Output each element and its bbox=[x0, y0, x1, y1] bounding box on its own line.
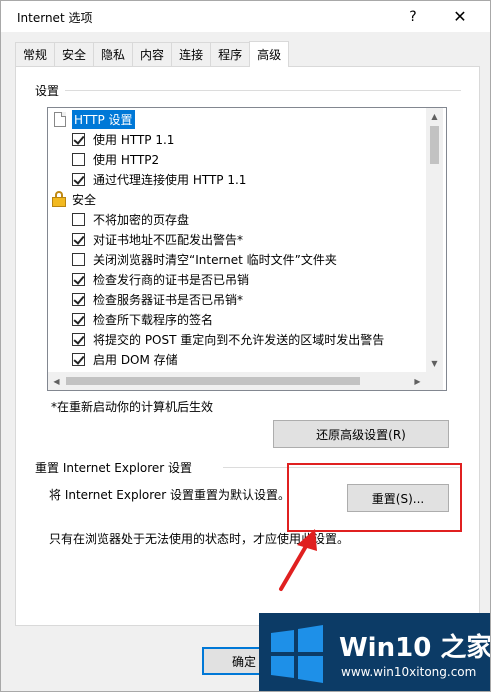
horizontal-scroll-thumb[interactable] bbox=[66, 377, 360, 385]
checkbox-proxy-http11[interactable] bbox=[72, 172, 85, 186]
tree-category-security[interactable]: 安全 bbox=[52, 189, 96, 209]
scrollbar-corner bbox=[426, 372, 443, 390]
scroll-down-icon[interactable]: ▼ bbox=[426, 355, 443, 372]
tab-strip: 常规 安全 隐私 内容 连接 程序 高级 bbox=[15, 41, 290, 67]
reset-group-divider bbox=[223, 467, 461, 468]
setting-label: 将提交的 POST 重定向到不允许发送的区域时发出警告 bbox=[93, 332, 385, 347]
checkbox-post-redirect-warn[interactable] bbox=[72, 332, 85, 346]
tree-category-http[interactable]: HTTP 设置 bbox=[54, 109, 135, 129]
checkbox-no-save-encrypted[interactable] bbox=[72, 212, 85, 226]
settings-group-label: 设置 bbox=[35, 84, 60, 98]
settings-tree-list[interactable]: HTTP 设置 使用 HTTP 1.1 使用 HTTP2 通过代理连接使用 HT… bbox=[47, 107, 447, 391]
close-button[interactable]: ✕ bbox=[437, 1, 483, 32]
title-bar: Internet 选项 ? ✕ bbox=[1, 1, 490, 32]
reset-button[interactable]: 重置(S)... bbox=[347, 484, 449, 512]
setting-use-http11[interactable]: 使用 HTTP 1.1 bbox=[72, 129, 174, 149]
setting-proxy-http11[interactable]: 通过代理连接使用 HTTP 1.1 bbox=[72, 169, 246, 189]
setting-label: 检查所下载程序的签名 bbox=[93, 312, 214, 327]
setting-use-http2[interactable]: 使用 HTTP2 bbox=[72, 149, 159, 169]
help-icon: ? bbox=[409, 8, 417, 25]
tab-general[interactable]: 常规 bbox=[15, 42, 56, 66]
lock-icon bbox=[52, 191, 66, 207]
setting-post-redirect-warn[interactable]: 将提交的 POST 重定向到不允许发送的区域时发出警告 bbox=[72, 329, 384, 349]
setting-label: 不将加密的页存盘 bbox=[93, 212, 190, 227]
checkbox-enable-dom-storage[interactable] bbox=[72, 352, 85, 366]
setting-no-save-encrypted[interactable]: 不将加密的页存盘 bbox=[72, 209, 189, 229]
close-icon: ✕ bbox=[453, 7, 467, 26]
setting-enable-dom-storage[interactable]: 启用 DOM 存储 bbox=[72, 349, 178, 369]
scroll-up-icon[interactable]: ▲ bbox=[426, 108, 443, 125]
tab-connections[interactable]: 连接 bbox=[171, 42, 212, 66]
checkbox-use-http11[interactable] bbox=[72, 132, 85, 146]
tab-advanced[interactable]: 高级 bbox=[249, 41, 290, 67]
internet-options-dialog: Internet 选项 ? ✕ 常规 安全 隐私 内容 连接 程序 高级 设置 … bbox=[0, 0, 491, 692]
setting-label: 使用 HTTP2 bbox=[93, 152, 160, 167]
setting-label: 检查服务器证书是否已吊销* bbox=[93, 292, 244, 307]
checkbox-use-http2[interactable] bbox=[72, 152, 85, 166]
setting-label: 关闭浏览器时清空“Internet 临时文件”文件夹 bbox=[93, 252, 337, 267]
restart-note: *在重新启动你的计算机后生效 bbox=[51, 400, 214, 414]
watermark-url: www.win10xitong.com bbox=[341, 665, 477, 679]
document-icon bbox=[54, 111, 66, 127]
horizontal-scrollbar[interactable]: ◀ ▶ bbox=[48, 372, 426, 390]
setting-check-server-revocation[interactable]: 检查服务器证书是否已吊销* bbox=[72, 289, 243, 309]
checkbox-check-server-revocation[interactable] bbox=[72, 292, 85, 306]
checkbox-cert-mismatch-warn[interactable] bbox=[72, 232, 85, 246]
setting-label: 检查发行商的证书是否已吊销 bbox=[93, 272, 250, 287]
setting-label: 使用 HTTP 1.1 bbox=[93, 132, 175, 147]
checkbox-check-download-signature[interactable] bbox=[72, 312, 85, 326]
settings-group-divider bbox=[65, 90, 461, 91]
tab-programs[interactable]: 程序 bbox=[210, 42, 251, 66]
tab-content[interactable]: 内容 bbox=[132, 42, 173, 66]
checkbox-check-publisher-revocation[interactable] bbox=[72, 272, 85, 286]
tab-security[interactable]: 安全 bbox=[54, 42, 95, 66]
reset-warning: 只有在浏览器处于无法使用的状态时，才应使用此设置。 bbox=[49, 532, 350, 546]
tree-category-label: HTTP 设置 bbox=[72, 109, 135, 129]
site-watermark: Win10 之家 www.win10xitong.com bbox=[259, 613, 491, 691]
setting-check-publisher-revocation[interactable]: 检查发行商的证书是否已吊销 bbox=[72, 269, 249, 289]
restore-advanced-settings-button[interactable]: 还原高级设置(R) bbox=[273, 420, 449, 448]
setting-label: 对证书地址不匹配发出警告* bbox=[93, 232, 244, 247]
setting-check-download-signature[interactable]: 检查所下载程序的签名 bbox=[72, 309, 213, 329]
reset-description: 将 Internet Explorer 设置重置为默认设置。 bbox=[49, 488, 291, 502]
tab-privacy[interactable]: 隐私 bbox=[93, 42, 134, 66]
checkbox-clear-temp-files[interactable] bbox=[72, 252, 85, 266]
tree-category-label: 安全 bbox=[72, 192, 97, 207]
scroll-right-icon[interactable]: ▶ bbox=[409, 372, 426, 390]
setting-clear-temp-files[interactable]: 关闭浏览器时清空“Internet 临时文件”文件夹 bbox=[72, 249, 337, 269]
reset-group-label: 重置 Internet Explorer 设置 bbox=[35, 461, 193, 475]
help-button[interactable]: ? bbox=[395, 1, 431, 32]
setting-cert-mismatch-warn[interactable]: 对证书地址不匹配发出警告* bbox=[72, 229, 243, 249]
watermark-title: Win10 之家 bbox=[339, 633, 491, 663]
scroll-left-icon[interactable]: ◀ bbox=[48, 372, 65, 390]
windows-logo-icon bbox=[271, 625, 323, 683]
setting-label: 通过代理连接使用 HTTP 1.1 bbox=[93, 172, 247, 187]
vertical-scrollbar[interactable]: ▲ ▼ bbox=[426, 108, 443, 372]
window-title: Internet 选项 bbox=[17, 11, 93, 25]
vertical-scroll-thumb[interactable] bbox=[430, 126, 439, 164]
setting-label: 启用 DOM 存储 bbox=[93, 352, 178, 367]
